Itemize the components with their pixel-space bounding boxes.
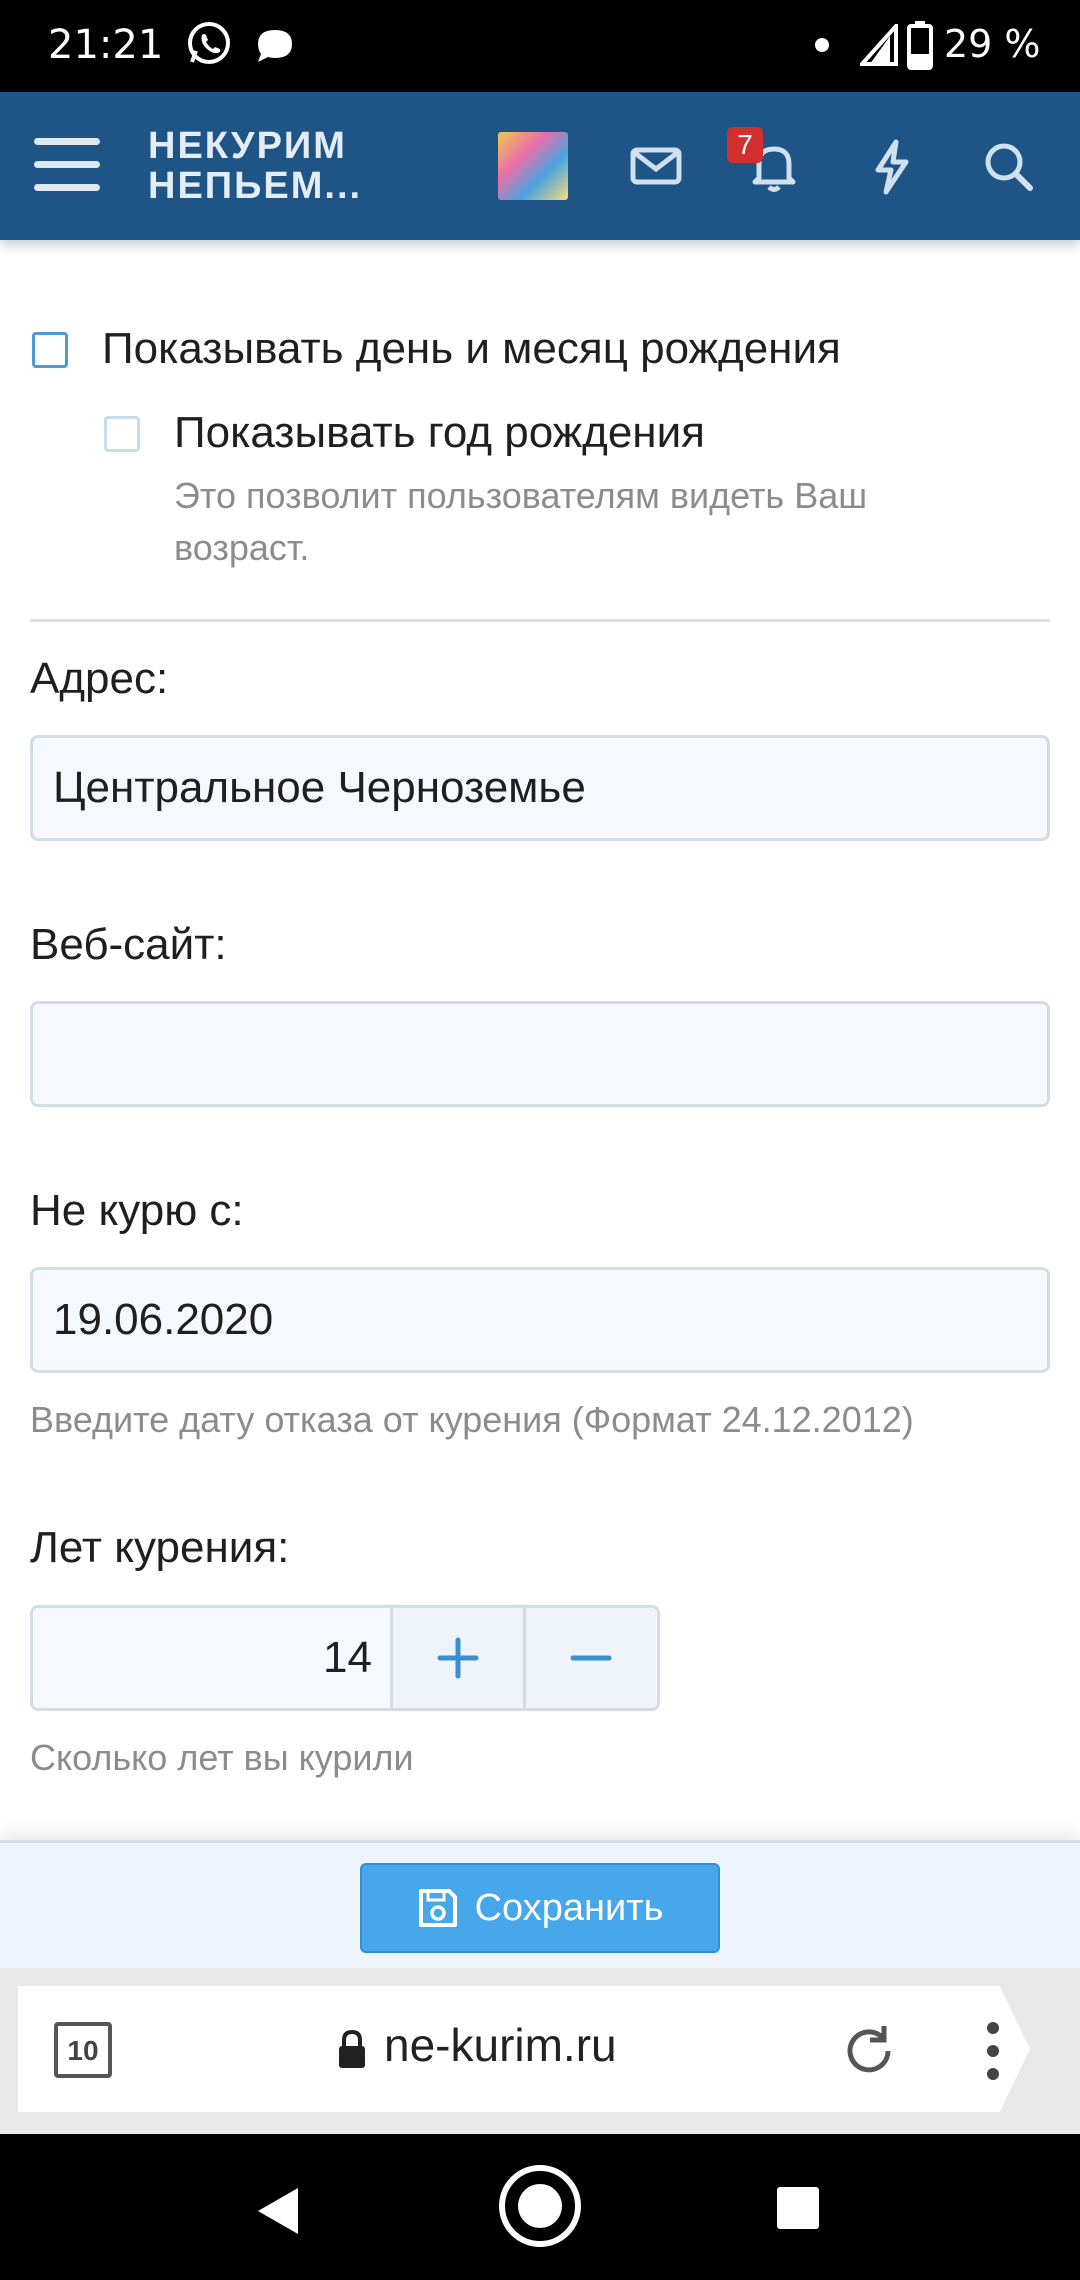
site-logo[interactable]: НЕКУРИМ НЕПЬЕМ...: [148, 126, 408, 206]
quit-date-hint: Введите дату отказа от курения (Формат 2…: [30, 1399, 914, 1440]
browser-toolbar: 10 ne-kurim.ru: [0, 1968, 1080, 2134]
show-year-label[interactable]: Показывать год рождения: [174, 408, 705, 458]
status-bar: 21:21 29 %: [0, 0, 1080, 92]
mail-icon[interactable]: [626, 136, 686, 196]
system-nav-bar: [0, 2134, 1080, 2280]
save-bar: Сохранить: [0, 1840, 1080, 1971]
logo-line-2: НЕПЬЕМ...: [148, 165, 363, 207]
home-icon[interactable]: [496, 2162, 584, 2250]
decrement-button[interactable]: [526, 1608, 656, 1708]
app-header: НЕКУРИМ НЕПЬЕМ... 7: [0, 92, 1080, 240]
show-year-hint: Это позволит пользователям видеть Ваш во…: [174, 475, 868, 568]
show-birthday-checkbox[interactable]: [32, 332, 68, 368]
tabs-button[interactable]: 10: [54, 2022, 112, 2078]
years-label: Лет курения:: [30, 1523, 290, 1572]
logo-line-1: НЕКУРИМ: [148, 125, 347, 167]
show-year-checkbox[interactable]: [104, 416, 140, 452]
back-icon[interactable]: [254, 2184, 302, 2238]
whatsapp-icon: [188, 22, 230, 64]
recents-icon[interactable]: [774, 2184, 822, 2232]
address-input[interactable]: Центральное Черноземье: [30, 735, 1050, 841]
notification-dot-icon: [815, 38, 829, 52]
avatar[interactable]: [498, 132, 568, 200]
battery-percent: 29 %: [944, 22, 1041, 66]
plus-icon: [437, 1637, 479, 1679]
reload-icon[interactable]: [840, 2022, 898, 2080]
address-label: Адрес:: [30, 654, 169, 703]
signal-icon: [860, 24, 898, 66]
menu-icon[interactable]: [34, 138, 100, 194]
notification-badge: 7: [727, 127, 763, 163]
lock-icon: [339, 2029, 365, 2068]
quit-date-input[interactable]: 19.06.2020: [30, 1267, 1050, 1373]
years-hint: Сколько лет вы курили: [30, 1737, 414, 1778]
url-text[interactable]: ne-kurim.ru: [384, 2018, 617, 2072]
years-input[interactable]: 14: [33, 1608, 393, 1708]
more-menu-icon[interactable]: [978, 2020, 1008, 2082]
years-stepper: 14: [30, 1605, 660, 1711]
minus-icon: [570, 1655, 612, 1661]
battery-icon: [907, 21, 933, 70]
search-icon[interactable]: [978, 136, 1038, 196]
website-label: Веб-сайт:: [30, 920, 227, 969]
increment-button[interactable]: [393, 1608, 526, 1708]
section-divider: [30, 619, 1050, 622]
save-icon: [418, 1889, 457, 1927]
lightning-icon[interactable]: [862, 136, 922, 196]
quit-date-label: Не курю с:: [30, 1186, 244, 1235]
save-button[interactable]: Сохранить: [360, 1863, 720, 1953]
show-birthday-label[interactable]: Показывать день и месяц рождения: [102, 324, 841, 374]
status-time: 21:21: [48, 22, 164, 68]
save-button-label: Сохранить: [474, 1886, 664, 1929]
message-icon: [258, 30, 292, 62]
website-input[interactable]: [30, 1001, 1050, 1107]
